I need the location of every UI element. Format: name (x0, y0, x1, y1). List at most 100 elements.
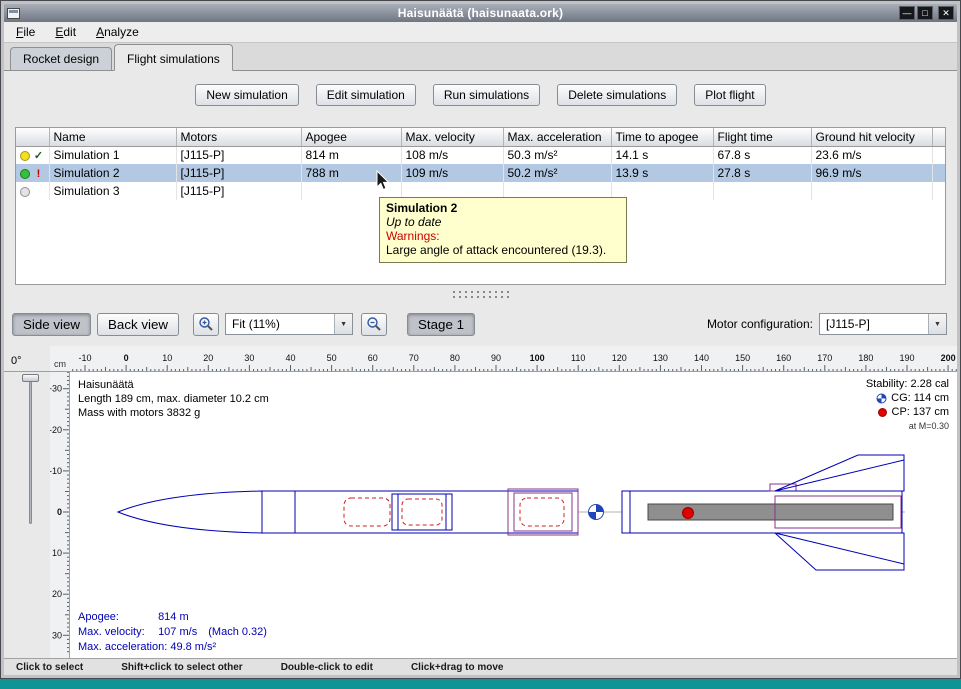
edit-simulation-button[interactable]: Edit simulation (316, 84, 416, 106)
rotation-slider-track[interactable] (29, 378, 32, 524)
cp-legend-icon (877, 407, 888, 418)
stage-1-toggle[interactable]: Stage 1 (407, 313, 475, 336)
close-button[interactable]: ✕ (938, 6, 954, 20)
minimize-button[interactable]: — (899, 6, 915, 20)
flight-simulations-panel: New simulation Edit simulation Run simul… (4, 71, 957, 286)
rotation-slider-knob[interactable] (22, 374, 39, 382)
horizontal-ruler: -100102030405060708090100110120130140150… (70, 346, 957, 371)
max-velocity-value: 107 m/s (158, 626, 197, 638)
svg-text:160: 160 (776, 353, 791, 363)
rocket-dimensions: Length 189 cm, max. diameter 10.2 cm (78, 392, 269, 406)
tab-flight-simulations[interactable]: Flight simulations (114, 44, 233, 71)
rocket-name: Haisunäätä (78, 378, 269, 392)
cell-ground-hit-velocity (811, 182, 932, 200)
back-view-button[interactable]: Back view (97, 313, 179, 336)
svg-text:150: 150 (735, 353, 750, 363)
column-header-filler (932, 128, 946, 146)
maximize-button[interactable]: □ (917, 6, 933, 20)
cell-time-to-apogee: 14.1 s (611, 146, 713, 164)
view-body: -30-20-100102030 (4, 372, 957, 658)
window-title: Haisunäätä (haisunaata.ork) (4, 6, 957, 20)
rocket-mass: Mass with motors 3832 g (78, 406, 269, 420)
column-header-apogee[interactable]: Apogee (301, 128, 401, 146)
zoom-in-button[interactable] (193, 313, 219, 336)
table-row[interactable]: ✓ Simulation 1 [J115-P] 814 m 108 m/s 50… (16, 146, 946, 164)
run-simulations-button[interactable]: Run simulations (433, 84, 540, 106)
column-header-motors[interactable]: Motors (176, 128, 301, 146)
column-header-max-acceleration[interactable]: Max. acceleration (503, 128, 611, 146)
tooltip-warning-text: Large angle of attack encountered (19.3)… (386, 243, 620, 257)
simulation-tooltip: Simulation 2 Up to date Warnings: Large … (379, 197, 627, 263)
max-acceleration-value: 49.8 m/s² (170, 641, 216, 653)
cell-max-acceleration: 50.3 m/s² (503, 146, 611, 164)
zoom-select[interactable]: Fit (11%) ▼ (225, 313, 353, 335)
zoom-in-icon (198, 316, 214, 332)
tab-rocket-design[interactable]: Rocket design (10, 47, 112, 70)
svg-text:-20: -20 (50, 425, 62, 435)
rocket-canvas[interactable]: Haisunäätä Length 189 cm, max. diameter … (70, 372, 957, 658)
tooltip-warnings-label: Warnings: (386, 229, 620, 243)
svg-text:100: 100 (530, 353, 545, 363)
cell-name: Simulation 1 (49, 146, 176, 164)
cell-flight-time: 27.8 s (713, 164, 811, 182)
close-icon: ✕ (942, 9, 950, 18)
max-velocity-label: Max. velocity: (78, 625, 155, 640)
menu-edit[interactable]: Edit (55, 25, 76, 39)
cell-flight-time (713, 182, 811, 200)
zoom-out-icon (366, 316, 382, 332)
motor-configuration-select[interactable]: [J115-P] ▼ (819, 313, 947, 335)
svg-text:200: 200 (941, 353, 956, 363)
column-header-flight-time[interactable]: Flight time (713, 128, 811, 146)
apogee-value: 814 m (158, 611, 189, 623)
cell-name: Simulation 3 (49, 182, 176, 200)
horizontal-ruler-band: 0° cm -100102030405060708090100110120130… (4, 346, 957, 372)
max-acceleration-label: Max. acceleration: (78, 640, 167, 655)
side-view-button[interactable]: Side view (12, 313, 91, 336)
svg-text:170: 170 (817, 353, 832, 363)
vertical-ruler: -30-20-100102030 (50, 372, 70, 658)
cell-apogee: 814 m (301, 146, 401, 164)
chevron-down-icon: ▼ (334, 314, 352, 334)
delete-simulations-button[interactable]: Delete simulations (557, 84, 677, 106)
table-row-selected[interactable]: ! Simulation 2 [J115-P] 788 m 109 m/s 50… (16, 164, 946, 182)
cell-motors: [J115-P] (176, 182, 301, 200)
statusbar: Click to select Shift+click to select ot… (4, 658, 957, 675)
svg-text:90: 90 (491, 353, 501, 363)
cp-marker (683, 508, 694, 519)
window-menu-icon[interactable] (7, 8, 20, 19)
column-header-time-to-apogee[interactable]: Time to apogee (611, 128, 713, 146)
new-simulation-button[interactable]: New simulation (195, 84, 298, 106)
plot-flight-button[interactable]: Plot flight (694, 84, 765, 106)
split-divider[interactable] (4, 286, 957, 302)
flight-data-block: Apogee: 814 m Max. velocity: 107 m/s (Ma… (78, 610, 267, 655)
view-toolbar: Side view Back view Fit (11%) ▼ Stage 1 … (4, 302, 957, 346)
column-header-ground-hit-velocity[interactable]: Ground hit velocity (811, 128, 932, 146)
menu-analyze[interactable]: Analyze (96, 25, 139, 39)
zoom-out-button[interactable] (361, 313, 387, 336)
rotation-slider-column (4, 372, 50, 658)
menu-file[interactable]: File (16, 25, 35, 39)
cell-name: Simulation 2 (49, 164, 176, 182)
chevron-down-icon: ▼ (928, 314, 946, 334)
column-header-max-velocity[interactable]: Max. velocity (401, 128, 503, 146)
svg-text:180: 180 (858, 353, 873, 363)
cp-value: CP: 137 cm (892, 405, 949, 419)
cg-legend-icon (876, 393, 887, 404)
svg-text:20: 20 (203, 353, 213, 363)
svg-text:30: 30 (244, 353, 254, 363)
divider-grip-icon (453, 296, 509, 298)
svg-text:130: 130 (653, 353, 668, 363)
column-header-name[interactable]: Name (49, 128, 176, 146)
cg-value: CG: 114 cm (891, 391, 949, 405)
menubar: File Edit Analyze (4, 22, 957, 43)
zoom-select-value: Fit (11%) (226, 317, 334, 331)
titlebar[interactable]: Haisunäätä (haisunaata.ork) — □ ✕ (4, 4, 957, 22)
svg-text:0: 0 (124, 353, 129, 363)
tabstrip: Rocket design Flight simulations (4, 43, 957, 71)
window-controls: — □ ✕ (899, 6, 954, 20)
cell-time-to-apogee: 13.9 s (611, 164, 713, 182)
svg-text:40: 40 (285, 353, 295, 363)
hint-click-drag: Click+drag to move (411, 662, 504, 673)
column-header-status[interactable] (16, 128, 49, 146)
maximize-icon: □ (922, 9, 927, 18)
